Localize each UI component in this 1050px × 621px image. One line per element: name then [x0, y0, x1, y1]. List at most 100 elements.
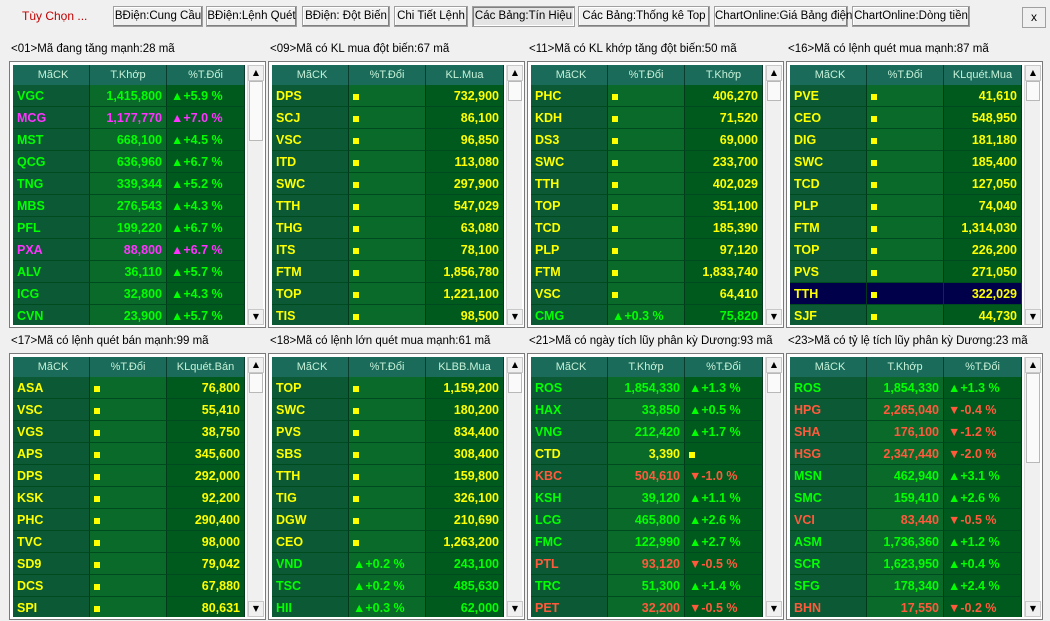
table-row[interactable]: SWC 180,200	[272, 399, 504, 421]
scroll-thumb[interactable]	[249, 373, 263, 393]
table-row[interactable]: VSC 64,410	[531, 283, 763, 305]
table-row[interactable]: KSH 39,120 ▲+1.1 %	[531, 487, 763, 509]
table-row[interactable]: ALV 36,110 ▲+5.7 %	[13, 261, 245, 283]
table-row[interactable]: ROS 1,854,330 ▲+1.3 %	[790, 377, 1022, 399]
table-row[interactable]: PFL 199,220 ▲+6.7 %	[13, 217, 245, 239]
table-row[interactable]: TTH 402,029	[531, 173, 763, 195]
scroll-thumb[interactable]	[1026, 81, 1040, 101]
scroll-thumb[interactable]	[508, 373, 522, 393]
table-row[interactable]: CVN 23,900 ▲+5.7 %	[13, 305, 245, 325]
vertical-scrollbar[interactable]: ▲ ▼	[1024, 357, 1041, 617]
table-row[interactable]: DPS 732,900	[272, 85, 504, 107]
table-row[interactable]: TOP 1,159,200	[272, 377, 504, 399]
table-row[interactable]: HSG 2,347,440 ▼-2.0 %	[790, 443, 1022, 465]
scroll-up-arrow-icon[interactable]: ▲	[248, 65, 264, 81]
table-row[interactable]: TNG 339,344 ▲+5.2 %	[13, 173, 245, 195]
column-header[interactable]: %T.Đổi	[867, 65, 944, 85]
column-header[interactable]: T.Khớp	[608, 357, 685, 377]
scroll-up-arrow-icon[interactable]: ▲	[766, 65, 782, 81]
table-row[interactable]: PVS 271,050	[790, 261, 1022, 283]
table-row[interactable]: SMC 159,410 ▲+2.6 %	[790, 487, 1022, 509]
scroll-up-arrow-icon[interactable]: ▲	[507, 65, 523, 81]
table-row[interactable]: PXA 88,800 ▲+6.7 %	[13, 239, 245, 261]
table-row[interactable]: TCD 127,050	[790, 173, 1022, 195]
data-grid[interactable]: MãCK T.Khớp %T.Đổi ROS 1,854,330 ▲+1.3 % HAX 33…	[531, 357, 763, 617]
scroll-down-arrow-icon[interactable]: ▼	[248, 309, 264, 325]
table-row[interactable]: TTH 159,800	[272, 465, 504, 487]
scroll-thumb[interactable]	[767, 373, 781, 393]
data-grid[interactable]: MãCK T.Khớp %T.Đổi ROS 1,854,330 ▲+1.3 % HPG 2,…	[790, 357, 1022, 617]
table-row[interactable]: TSC ▲+0.2 % 485,630	[272, 575, 504, 597]
table-row[interactable]: SWC 233,700	[531, 151, 763, 173]
table-row[interactable]: PLP 97,120	[531, 239, 763, 261]
close-button[interactable]: x	[1022, 7, 1046, 28]
table-row[interactable]: FTM 1,314,030	[790, 217, 1022, 239]
scroll-thumb[interactable]	[508, 81, 522, 101]
scroll-up-arrow-icon[interactable]: ▲	[1025, 65, 1041, 81]
column-header[interactable]: %T.Đổi	[944, 357, 1022, 377]
chi-tiet-lenh-button[interactable]: Chi Tiết Lệnh	[394, 6, 468, 27]
table-row[interactable]: TVC 98,000	[13, 531, 245, 553]
table-row[interactable]: SWC 297,900	[272, 173, 504, 195]
table-row[interactable]: TTH 547,029	[272, 195, 504, 217]
bdien-lenh-quet-button[interactable]: BĐiện:Lệnh Quét	[206, 6, 297, 27]
table-row[interactable]: PLP 74,040	[790, 195, 1022, 217]
table-row[interactable]: VNG 212,420 ▲+1.7 %	[531, 421, 763, 443]
chart-online-dong-tien-button[interactable]: ChartOnline:Dòng tiền	[852, 6, 970, 27]
scroll-down-arrow-icon[interactable]: ▼	[766, 309, 782, 325]
scroll-up-arrow-icon[interactable]: ▲	[1025, 357, 1041, 373]
table-row[interactable]: SFG 178,340 ▲+2.4 %	[790, 575, 1022, 597]
column-header[interactable]: KLquét.Bán	[167, 357, 245, 377]
table-row[interactable]: KSK 92,200	[13, 487, 245, 509]
table-row[interactable]: ITS 78,100	[272, 239, 504, 261]
scroll-thumb[interactable]	[767, 81, 781, 101]
table-row[interactable]: HAX 33,850 ▲+0.5 %	[531, 399, 763, 421]
table-row[interactable]: VCI 83,440 ▼-0.5 %	[790, 509, 1022, 531]
table-row[interactable]: BHN 17,550 ▼-0.2 %	[790, 597, 1022, 617]
table-row[interactable]: CEO 548,950	[790, 107, 1022, 129]
column-header[interactable]: %T.Đổi	[90, 357, 167, 377]
column-header[interactable]: KL.Mua	[426, 65, 504, 85]
table-row[interactable]: VGC 1,415,800 ▲+5.9 %	[13, 85, 245, 107]
vertical-scrollbar[interactable]: ▲ ▼	[247, 357, 264, 617]
table-row[interactable]: ASM 1,736,360 ▲+1.2 %	[790, 531, 1022, 553]
table-row[interactable]: PVS 834,400	[272, 421, 504, 443]
table-row[interactable]: SPI 80,631	[13, 597, 245, 617]
table-row[interactable]: CTD 3,390	[531, 443, 763, 465]
scroll-down-arrow-icon[interactable]: ▼	[1025, 309, 1041, 325]
bdien-cung-cau-button[interactable]: BĐiện:Cung Cầu	[113, 6, 203, 27]
table-row[interactable]: HPG 2,265,040 ▼-0.4 %	[790, 399, 1022, 421]
table-row[interactable]: PHC 406,270	[531, 85, 763, 107]
table-row[interactable]: SD9 79,042	[13, 553, 245, 575]
table-row[interactable]: LCG 465,800 ▲+2.6 %	[531, 509, 763, 531]
column-header[interactable]: T.Khớp	[90, 65, 167, 85]
table-row[interactable]: APS 345,600	[13, 443, 245, 465]
table-row[interactable]: MCG 1,177,770 ▲+7.0 %	[13, 107, 245, 129]
scroll-thumb[interactable]	[249, 81, 263, 141]
table-row[interactable]: VSC 96,850	[272, 129, 504, 151]
data-grid[interactable]: MãCK T.Khớp %T.Đổi VGC 1,415,800 ▲+5.9 % MCG 1,…	[13, 65, 245, 325]
table-row[interactable]: TCD 185,390	[531, 217, 763, 239]
column-header[interactable]: MãCK	[13, 65, 90, 85]
table-row[interactable]: FMC 122,990 ▲+2.7 %	[531, 531, 763, 553]
table-row[interactable]: TRC 51,300 ▲+1.4 %	[531, 575, 763, 597]
table-row[interactable]: ITD 113,080	[272, 151, 504, 173]
table-row[interactable]: VGS 38,750	[13, 421, 245, 443]
table-row[interactable]: SJF 44,730	[790, 305, 1022, 325]
table-row[interactable]: MBS 276,543 ▲+4.3 %	[13, 195, 245, 217]
table-row[interactable]: DGW 210,690	[272, 509, 504, 531]
column-header[interactable]: MãCK	[790, 357, 867, 377]
cac-bang-tin-hieu-button[interactable]: Các Bảng:Tín Hiệu	[472, 6, 575, 27]
scroll-up-arrow-icon[interactable]: ▲	[248, 357, 264, 373]
table-row[interactable]: FTM 1,856,780	[272, 261, 504, 283]
table-row[interactable]: SWC 185,400	[790, 151, 1022, 173]
table-row[interactable]: TTH 322,029	[790, 283, 1022, 305]
vertical-scrollbar[interactable]: ▲ ▼	[247, 65, 264, 325]
column-header[interactable]: %T.Đổi	[685, 357, 763, 377]
scroll-up-arrow-icon[interactable]: ▲	[507, 357, 523, 373]
table-row[interactable]: PET 32,200 ▼-0.5 %	[531, 597, 763, 617]
scroll-up-arrow-icon[interactable]: ▲	[766, 357, 782, 373]
column-header[interactable]: %T.Đổi	[349, 357, 426, 377]
scroll-down-arrow-icon[interactable]: ▼	[507, 309, 523, 325]
table-row[interactable]: DIG 181,180	[790, 129, 1022, 151]
